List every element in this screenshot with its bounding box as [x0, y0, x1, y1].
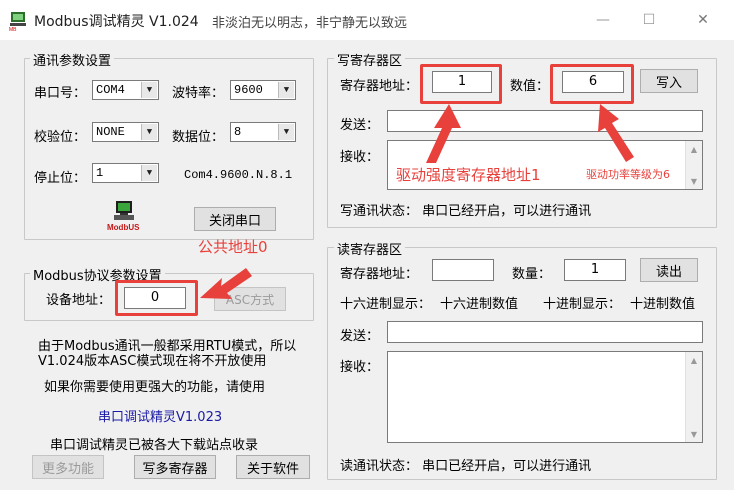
stopbits-label: 停止位：	[34, 171, 87, 186]
info-line-3: 如果你需要使用更强大的功能，请使用	[44, 380, 266, 395]
modbus-logo-text: ModbUS	[107, 223, 140, 232]
read-button[interactable]: 读出	[640, 258, 698, 282]
stopbits-value: 1	[96, 166, 104, 180]
scroll-up-icon[interactable]: ▲	[686, 352, 702, 368]
info-line-2: V1.024版本ASC模式现在将不开放使用	[38, 354, 267, 369]
maximize-button[interactable]: ☐	[626, 0, 672, 40]
read-qty-label: 数量：	[512, 267, 552, 282]
read-qty-input[interactable]: 1	[564, 259, 626, 281]
about-button[interactable]: 关于软件	[236, 455, 310, 479]
read-status: 读通讯状态： 串口已经开启，可以进行通讯	[340, 459, 592, 474]
window-motto: 非淡泊无以明志，非宁静无以致远	[212, 16, 408, 31]
hex-display-value: 十六进制数值	[440, 297, 519, 312]
port-value: COM4	[96, 83, 125, 97]
write-button[interactable]: 写入	[640, 69, 698, 93]
stopbits-select[interactable]: 1 ▼	[92, 163, 159, 183]
read-recv-scrollbar[interactable]: ▲ ▼	[685, 352, 702, 442]
scroll-down-icon[interactable]: ▼	[686, 173, 702, 189]
title-bar: MB Modbus调试精灵 V1.024 非淡泊无以明志，非宁静无以致远 — ☐…	[0, 0, 734, 40]
port-label: 串口号：	[34, 86, 87, 101]
read-register-title: 读寄存器区	[334, 239, 406, 258]
info-line-4: 串口调试精灵已被各大下载站点收录	[50, 438, 259, 453]
comm-params-title: 通讯参数设置	[30, 50, 115, 69]
comm-summary: Com4.9600.N.8.1	[184, 168, 293, 182]
annotation-box-write-addr	[420, 64, 502, 104]
close-port-button[interactable]: 关闭串口	[194, 207, 276, 231]
close-window-button[interactable]: ✕	[672, 0, 734, 40]
device-addr-label: 设备地址：	[46, 293, 112, 308]
read-addr-label: 寄存器地址：	[340, 267, 419, 282]
dec-display-label: 十进制显示：	[543, 297, 622, 312]
computer-icon	[114, 201, 134, 220]
read-send-label: 发送：	[340, 329, 380, 344]
port-select[interactable]: COM4 ▼	[92, 80, 159, 100]
window-title: Modbus调试精灵 V1.024	[34, 14, 199, 30]
annotation-drive-addr: 驱动强度寄存器地址1	[396, 166, 541, 184]
scroll-down-icon[interactable]: ▼	[686, 426, 702, 442]
databits-label: 数据位：	[172, 130, 225, 145]
read-addr-input[interactable]	[432, 259, 494, 281]
baud-value: 9600	[234, 83, 263, 97]
write-recv-label: 接收：	[340, 150, 380, 165]
write-status: 写通讯状态： 串口已经开启，可以进行通讯	[340, 204, 592, 219]
databits-select[interactable]: 8 ▼	[230, 122, 296, 142]
asc-mode-button[interactable]: ASC方式	[214, 287, 286, 311]
annotation-public-addr: 公共地址0	[198, 238, 268, 256]
annotation-box-write-value	[550, 64, 634, 104]
hex-display-label: 十六进制显示：	[340, 297, 432, 312]
annotation-box-device-addr	[115, 280, 198, 316]
more-features-button[interactable]: 更多功能	[32, 455, 104, 479]
chevron-down-icon[interactable]: ▼	[141, 124, 157, 140]
write-recv-scrollbar[interactable]: ▲ ▼	[685, 141, 702, 189]
baud-select[interactable]: 9600 ▼	[230, 80, 296, 100]
write-send-label: 发送：	[340, 118, 380, 133]
chevron-down-icon[interactable]: ▼	[278, 124, 294, 140]
download-link[interactable]: 串口调试精灵V1.023	[98, 406, 222, 425]
read-recv-area[interactable]: ▲ ▼	[387, 351, 703, 443]
modbus-logo: ModbUS	[107, 200, 142, 234]
write-value-label: 数值：	[510, 79, 550, 94]
parity-label: 校验位：	[34, 130, 87, 145]
chevron-down-icon[interactable]: ▼	[141, 82, 157, 98]
svg-text:MB: MB	[9, 27, 17, 32]
read-send-field[interactable]	[387, 321, 703, 343]
databits-value: 8	[234, 125, 242, 139]
dec-display-value: 十进制数值	[630, 297, 696, 312]
scroll-up-icon[interactable]: ▲	[686, 141, 702, 157]
modbus-app-icon: MB	[9, 12, 26, 32]
minimize-button[interactable]: —	[580, 0, 626, 40]
chevron-down-icon[interactable]: ▼	[141, 165, 157, 181]
parity-select[interactable]: NONE ▼	[92, 122, 159, 142]
annotation-power-level: 驱动功率等级为6	[586, 168, 670, 181]
write-register-title: 写寄存器区	[334, 50, 406, 69]
parity-value: NONE	[96, 125, 125, 139]
chevron-down-icon[interactable]: ▼	[278, 82, 294, 98]
write-send-field[interactable]	[387, 110, 703, 132]
write-multi-registers-button[interactable]: 写多寄存器	[134, 455, 216, 479]
read-recv-label: 接收：	[340, 360, 380, 375]
write-addr-label: 寄存器地址：	[340, 79, 419, 94]
baud-label: 波特率：	[172, 86, 225, 101]
